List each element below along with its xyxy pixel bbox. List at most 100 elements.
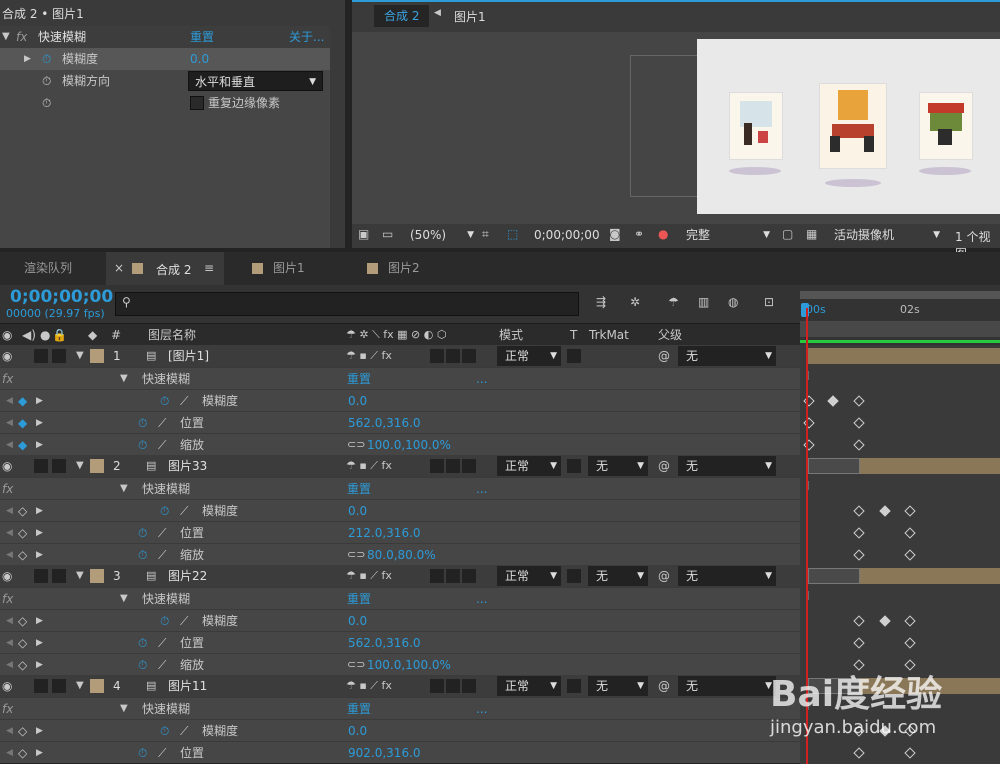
prev-keyframe-icon[interactable]: ◀ bbox=[6, 610, 13, 632]
switch-box[interactable] bbox=[430, 459, 444, 473]
graph-icon[interactable]: ⟋ bbox=[158, 522, 166, 544]
tab-comp2[interactable]: × 合成 2 ≡ bbox=[106, 252, 224, 285]
prev-keyframe-icon[interactable]: ◀ bbox=[6, 742, 13, 764]
tab-image2[interactable]: 图片2 bbox=[367, 252, 420, 285]
reset-link[interactable]: 重置 bbox=[347, 478, 371, 500]
property-value[interactable]: 212.0,316.0 bbox=[348, 522, 421, 544]
next-keyframe-icon[interactable]: ▶ bbox=[36, 434, 43, 456]
prev-keyframe-icon[interactable]: ◀ bbox=[6, 522, 13, 544]
keyframe-toggle-icon[interactable]: ◇ bbox=[18, 742, 27, 764]
property-row[interactable]: ◀ ◇ ▶ ⏱ ⟋ 缩放 ⊂⊃ 100.0,100.0% bbox=[0, 653, 800, 675]
audio-switch[interactable] bbox=[34, 349, 48, 363]
quality-dropdown[interactable]: 完整 ▼ bbox=[678, 225, 774, 245]
stopwatch-icon[interactable]: ⏱ bbox=[138, 412, 147, 434]
preserve-transparency-checkbox[interactable] bbox=[567, 569, 581, 583]
layer-name[interactable]: [图片1] bbox=[168, 345, 209, 367]
next-keyframe-icon[interactable]: ▶ bbox=[36, 390, 43, 412]
monitor-icon[interactable]: ▭ bbox=[382, 227, 393, 241]
layer-switches[interactable]: ☂ ▪ ⟋ fx bbox=[346, 455, 392, 477]
effect-row[interactable]: fx ▼ 快速模糊 重置... bbox=[0, 587, 800, 609]
collapse-triangle-icon[interactable]: ▼ bbox=[76, 675, 84, 697]
label-color-swatch[interactable] bbox=[90, 679, 104, 693]
reset-link[interactable]: 重置 bbox=[190, 26, 214, 48]
keyframe-toggle-icon[interactable]: ◇ bbox=[18, 500, 27, 522]
pickwhip-icon[interactable]: @ bbox=[658, 455, 670, 477]
reset-link[interactable]: 重置 bbox=[347, 368, 371, 390]
collapse-triangle-icon[interactable]: ▼ bbox=[2, 26, 10, 48]
time-navigator[interactable] bbox=[800, 321, 1000, 337]
prev-keyframe-icon[interactable]: ◀ bbox=[6, 720, 13, 742]
snapshot-icon[interactable]: ▣ bbox=[358, 227, 369, 241]
next-keyframe-icon[interactable]: ▶ bbox=[36, 522, 43, 544]
more-link[interactable]: ... bbox=[476, 478, 487, 500]
next-keyframe-icon[interactable]: ▶ bbox=[36, 742, 43, 764]
label-color-swatch[interactable] bbox=[90, 459, 104, 473]
keyframe-marker[interactable] bbox=[827, 395, 839, 407]
property-value[interactable]: 0.0 bbox=[348, 500, 367, 522]
property-row[interactable]: ◀ ◇ ▶ ⏱ ⟋ 位置 562.0,316.0 bbox=[0, 631, 800, 653]
layer-name[interactable]: 图片33 bbox=[168, 455, 207, 477]
stopwatch-icon[interactable]: ⏱ bbox=[138, 632, 147, 654]
collapse-triangle-icon[interactable]: ▼ bbox=[76, 565, 84, 587]
keyframe-toggle-icon[interactable]: ◇ bbox=[18, 654, 27, 676]
stopwatch-icon[interactable]: ⏱ bbox=[160, 500, 169, 522]
menu-icon[interactable]: ≡ bbox=[204, 261, 214, 275]
preserve-transparency-checkbox[interactable] bbox=[567, 349, 581, 363]
graph-icon[interactable]: ⟋ bbox=[158, 412, 166, 434]
eye-icon[interactable]: ◉ bbox=[2, 324, 12, 346]
property-value[interactable]: 562.0,316.0 bbox=[348, 412, 421, 434]
eye-icon[interactable]: ◉ bbox=[2, 455, 12, 477]
tab-comp2[interactable]: 合成 2 bbox=[374, 5, 430, 27]
trkmat-dropdown[interactable]: 无 ▼ bbox=[588, 456, 648, 476]
keyframe-marker[interactable] bbox=[879, 505, 891, 517]
color-channel-icon[interactable]: ● bbox=[658, 227, 668, 241]
scrollbar[interactable] bbox=[330, 26, 345, 248]
property-value[interactable]: 562.0,316.0 bbox=[348, 632, 421, 654]
camera-dropdown[interactable]: 活动摄像机 ▼ bbox=[826, 225, 944, 245]
fx-icon[interactable]: fx bbox=[2, 588, 13, 610]
property-value[interactable]: 0.0 bbox=[348, 390, 367, 412]
property-value[interactable]: 80.0,80.0% bbox=[367, 544, 436, 566]
parent-dropdown[interactable]: 无 ▼ bbox=[678, 456, 776, 476]
tab-image1[interactable]: 图片1 bbox=[454, 8, 486, 25]
keyframe-marker[interactable] bbox=[853, 747, 865, 759]
keyframe-marker[interactable] bbox=[853, 505, 865, 517]
property-row[interactable]: ◀ ◇ ▶ ⏱ ⟋ 位置 902.0,316.0 bbox=[0, 741, 800, 763]
switch-box[interactable] bbox=[446, 459, 460, 473]
next-keyframe-icon[interactable]: ▶ bbox=[36, 610, 43, 632]
effect-row[interactable]: fx ▼ 快速模糊 重置... bbox=[0, 477, 800, 499]
parent-dropdown[interactable]: 无 ▼ bbox=[678, 676, 776, 696]
keyframe-toggle-icon[interactable]: ◇ bbox=[18, 522, 27, 544]
tab-image1[interactable]: 图片1 bbox=[252, 252, 305, 285]
mode-dropdown[interactable]: 正常 ▼ bbox=[497, 566, 561, 586]
next-keyframe-icon[interactable]: ▶ bbox=[36, 654, 43, 676]
graph-icon[interactable]: ⟋ bbox=[180, 390, 188, 412]
keyframe-marker[interactable] bbox=[853, 395, 865, 407]
switch-box[interactable] bbox=[446, 349, 460, 363]
layer-row[interactable]: ◉ ▼ 3 ▤ 图片22 ☂ ▪ ⟋ fx 正常 ▼ 无 ▼ @ 无 ▼ bbox=[0, 565, 800, 587]
switch-box[interactable] bbox=[446, 569, 460, 583]
repeat-edge-checkbox[interactable] bbox=[190, 96, 204, 110]
col-layer-name[interactable]: 图层名称 bbox=[148, 324, 196, 346]
collapse-triangle-icon[interactable]: ▼ bbox=[120, 698, 128, 720]
graph-icon[interactable]: ⟋ bbox=[158, 434, 166, 456]
preserve-transparency-checkbox[interactable] bbox=[567, 459, 581, 473]
time-ruler[interactable]: 00s 02s bbox=[800, 285, 1000, 345]
parent-dropdown[interactable]: 无 ▼ bbox=[678, 346, 776, 366]
switch-box[interactable] bbox=[430, 679, 444, 693]
prev-keyframe-icon[interactable]: ◀ bbox=[6, 390, 13, 412]
reset-link[interactable]: 重置 bbox=[347, 588, 371, 610]
next-keyframe-icon[interactable]: ▶ bbox=[36, 544, 43, 566]
stopwatch-icon[interactable]: ⏱ bbox=[42, 48, 51, 70]
blur-value[interactable]: 0.0 bbox=[190, 48, 209, 70]
about-link[interactable]: 关于... bbox=[289, 26, 324, 48]
stopwatch-icon[interactable]: ⏱ bbox=[160, 390, 169, 412]
switch-box[interactable] bbox=[446, 679, 460, 693]
reset-link[interactable]: 重置 bbox=[347, 698, 371, 720]
search-input[interactable]: ⚲ bbox=[115, 292, 579, 316]
property-row[interactable]: ◀ ◇ ▶ ⏱ ⟋ 位置 212.0,316.0 bbox=[0, 521, 800, 543]
prev-keyframe-icon[interactable]: ◀ bbox=[6, 632, 13, 654]
layer-duration-bar[interactable] bbox=[808, 458, 860, 474]
keyframe-marker[interactable] bbox=[853, 417, 865, 429]
comp-mini-flowchart-icon[interactable]: ⇶ bbox=[596, 295, 606, 309]
